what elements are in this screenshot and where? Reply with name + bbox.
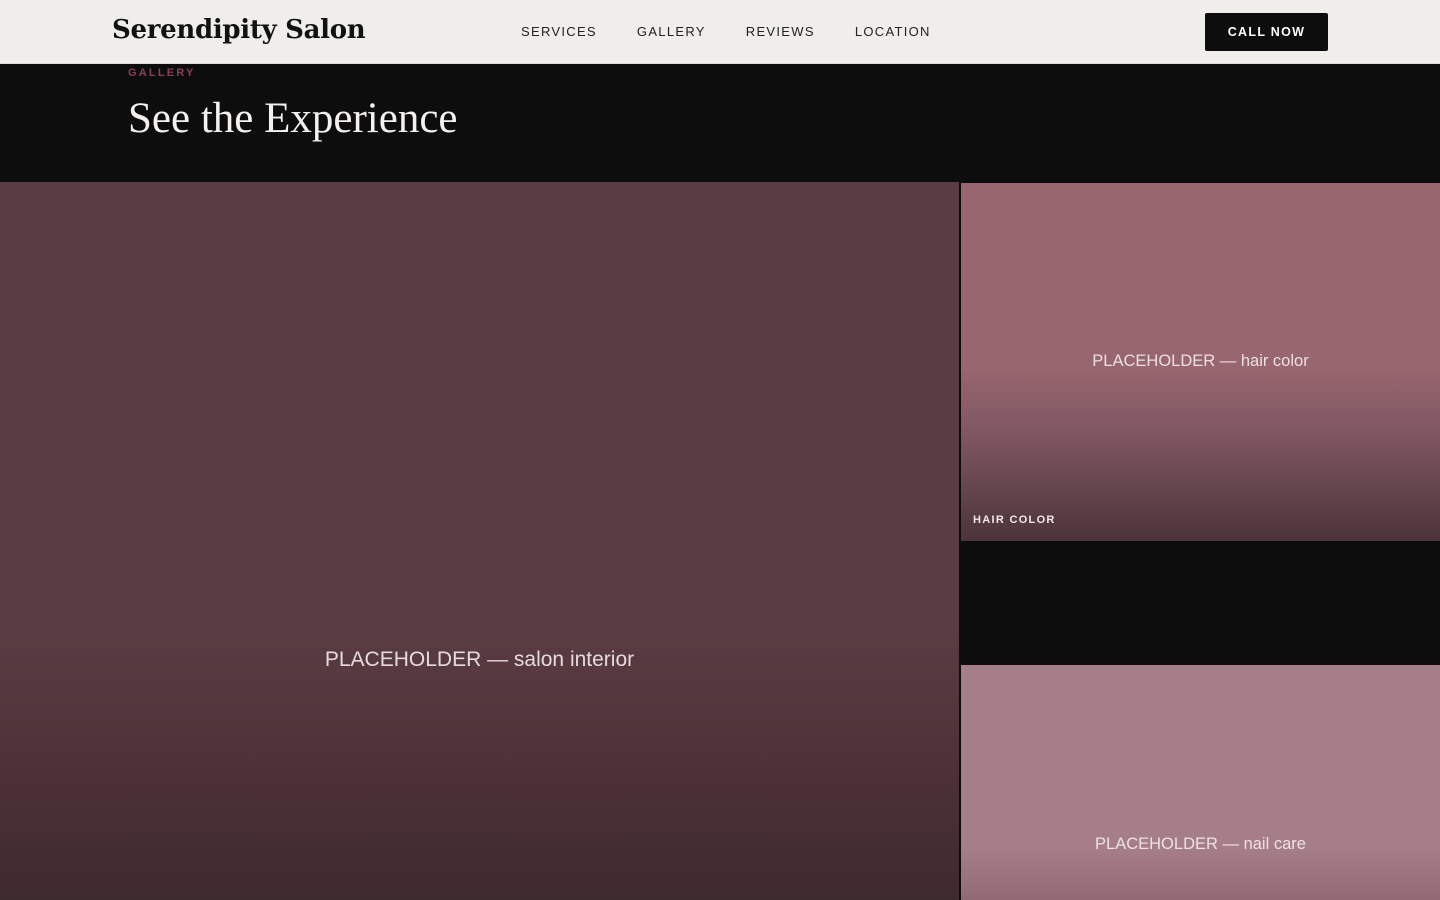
brand-logo[interactable]: Serendipity Salon — [112, 14, 366, 46]
main-nav: SERVICES GALLERY REVIEWS LOCATION — [521, 23, 971, 40]
nav-link-location[interactable]: LOCATION — [855, 23, 931, 40]
gallery-header: GALLERY See the Experience — [0, 65, 1440, 182]
tile-placeholder-label: PLACEHOLDER — nail care — [1095, 835, 1306, 853]
nav-link-reviews[interactable]: REVIEWS — [746, 23, 815, 40]
section-eyebrow: GALLERY — [128, 67, 196, 79]
tile-caption: HAIR COLOR — [973, 514, 1056, 526]
nav-link-services[interactable]: SERVICES — [521, 23, 597, 40]
gallery-tile-hair-color[interactable]: PLACEHOLDER — hair color HAIR COLOR — [961, 183, 1440, 541]
tile-placeholder-label: PLACEHOLDER — hair color — [1092, 352, 1309, 370]
section-title: See the Experience — [128, 95, 458, 142]
call-now-button[interactable]: CALL NOW — [1205, 13, 1328, 51]
gallery-tile-nail-care[interactable]: PLACEHOLDER — nail care — [961, 665, 1440, 900]
site-header: Serendipity Salon SERVICES GALLERY REVIE… — [0, 0, 1440, 64]
gallery-tile-salon-interior[interactable]: PLACEHOLDER — salon interior — [0, 182, 959, 900]
tile-placeholder-label: PLACEHOLDER — salon interior — [324, 648, 635, 671]
nav-link-gallery[interactable]: GALLERY — [637, 23, 706, 40]
